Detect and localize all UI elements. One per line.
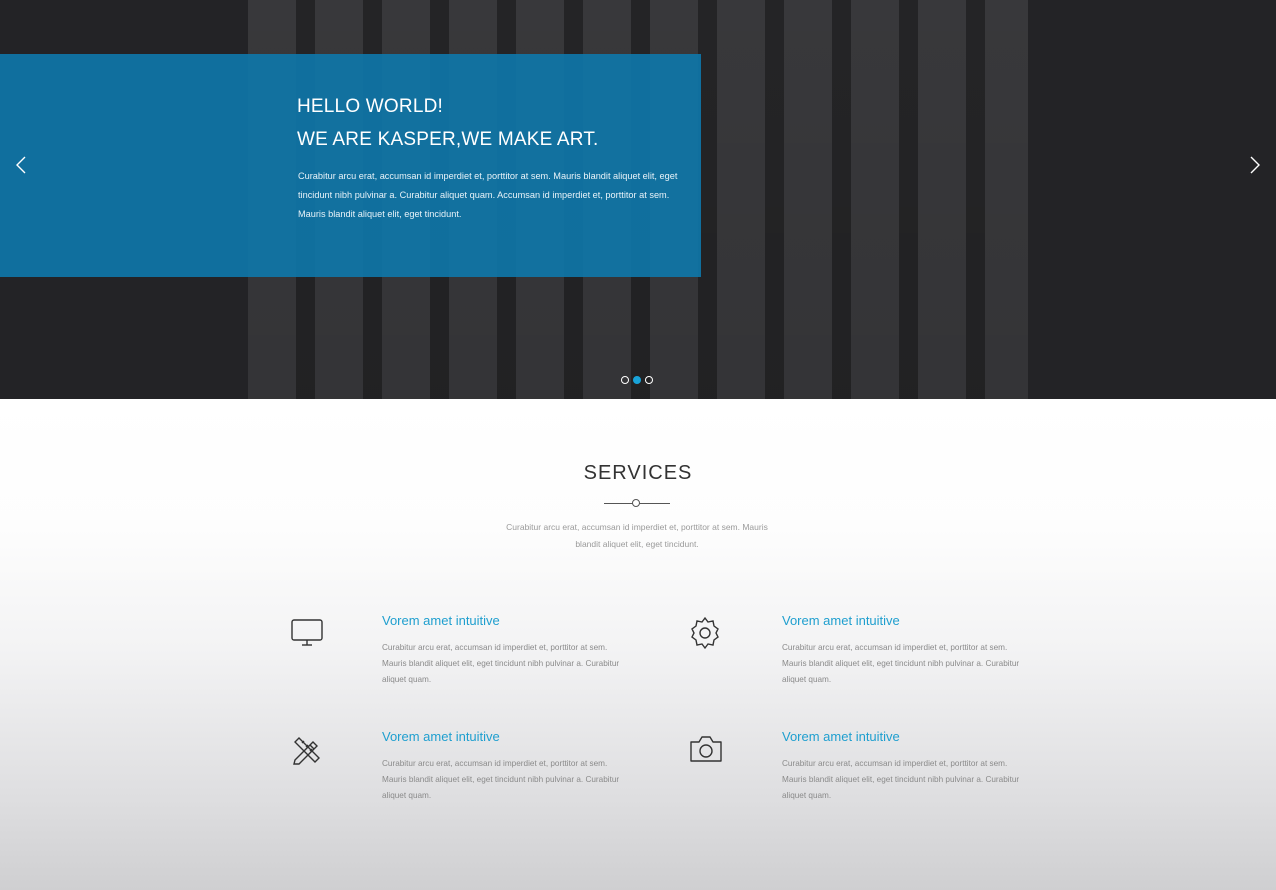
slide-dot-1[interactable] [621, 376, 629, 384]
services-description: Curabitur arcu erat, accumsan id imperdi… [506, 522, 768, 549]
service-text: Curabitur arcu erat, accumsan id imperdi… [782, 759, 1020, 800]
service-title: Vorem amet intuitive [782, 613, 900, 628]
section-divider [604, 499, 670, 508]
camera-icon [686, 729, 726, 769]
hero-heading: HELLO WORLD! WE ARE KASPER,WE MAKE ART. [297, 90, 599, 156]
hero-slider: HELLO WORLD! WE ARE KASPER,WE MAKE ART. … [0, 0, 1276, 399]
service-title: Vorem amet intuitive [382, 613, 500, 628]
chevron-right-icon [1250, 156, 1260, 174]
hero-heading-line-1: HELLO WORLD! [297, 96, 443, 117]
monitor-icon [287, 613, 327, 653]
services-title: SERVICES [583, 462, 693, 484]
next-slide-button[interactable] [1243, 152, 1267, 178]
hero-heading-line-2: WE ARE KASPER,WE MAKE ART. [297, 129, 599, 150]
service-text: Curabitur arcu erat, accumsan id imperdi… [382, 759, 620, 800]
hero-overlay-box [0, 54, 701, 277]
slider-pagination [621, 376, 653, 384]
slide-dot-2[interactable] [633, 376, 641, 384]
service-text: Curabitur arcu erat, accumsan id imperdi… [782, 643, 1020, 684]
gear-icon [685, 613, 725, 653]
service-title: Vorem amet intuitive [382, 729, 500, 744]
service-text: Curabitur arcu erat, accumsan id imperdi… [382, 643, 620, 684]
prev-slide-button[interactable] [9, 152, 33, 178]
hero-paragraph: Curabitur arcu erat, accumsan id imperdi… [298, 171, 678, 219]
chevron-left-icon [16, 156, 26, 174]
pencil-ruler-icon [287, 730, 327, 770]
services-section: SERVICES Curabitur arcu erat, accumsan i… [0, 399, 1276, 890]
slide-dot-3[interactable] [645, 376, 653, 384]
service-title: Vorem amet intuitive [782, 729, 900, 744]
